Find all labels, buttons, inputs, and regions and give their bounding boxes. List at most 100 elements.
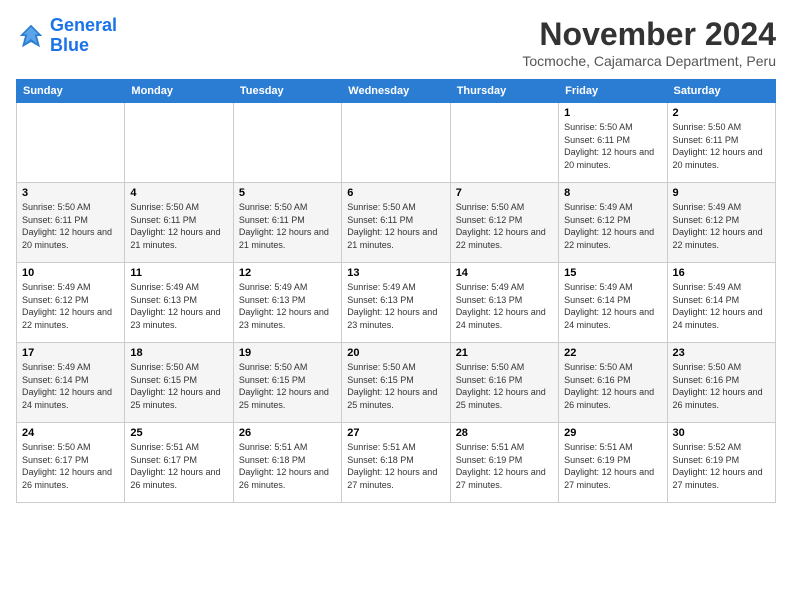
weekday-header-friday: Friday <box>559 80 667 103</box>
logo-line1: General <box>50 15 117 35</box>
header: General Blue November 2024 Tocmoche, Caj… <box>16 16 776 69</box>
day-number: 28 <box>456 427 553 439</box>
day-info: Sunrise: 5:49 AM Sunset: 6:13 PM Dayligh… <box>456 281 553 331</box>
calendar-cell: 16 Sunrise: 5:49 AM Sunset: 6:14 PM Dayli… <box>667 263 775 343</box>
calendar-cell: 24 Sunrise: 5:50 AM Sunset: 6:17 PM Dayli… <box>17 423 125 503</box>
day-number: 2 <box>673 107 770 119</box>
calendar-cell: 19Sunrise: 5:50 AM Sunset: 6:15 PM Dayli… <box>233 343 341 423</box>
weekday-header-saturday: Saturday <box>667 80 775 103</box>
day-number: 13 <box>347 267 444 279</box>
day-number: 5 <box>239 187 336 199</box>
day-info: Sunrise: 5:51 AM Sunset: 6:18 PM Dayligh… <box>239 441 336 491</box>
day-number: 20 <box>347 347 444 359</box>
calendar-cell: 23 Sunrise: 5:50 AM Sunset: 6:16 PM Dayli… <box>667 343 775 423</box>
day-number: 11 <box>130 267 227 279</box>
calendar-cell: 15 Sunrise: 5:49 AM Sunset: 6:14 PM Dayli… <box>559 263 667 343</box>
day-number: 27 <box>347 427 444 439</box>
calendar-cell: 25Sunrise: 5:51 AM Sunset: 6:17 PM Dayli… <box>125 423 233 503</box>
day-info: Sunrise: 5:49 AM Sunset: 6:13 PM Dayligh… <box>130 281 227 331</box>
weekday-header-monday: Monday <box>125 80 233 103</box>
day-info: Sunrise: 5:50 AM Sunset: 6:16 PM Dayligh… <box>673 361 770 411</box>
calendar-cell: 18 Sunrise: 5:50 AM Sunset: 6:15 PM Dayli… <box>125 343 233 423</box>
logo-text: General Blue <box>50 16 117 56</box>
day-info: Sunrise: 5:51 AM Sunset: 6:18 PM Dayligh… <box>347 441 444 491</box>
day-number: 8 <box>564 187 661 199</box>
calendar-cell: 20 Sunrise: 5:50 AM Sunset: 6:15 PM Dayli… <box>342 343 450 423</box>
day-number: 9 <box>673 187 770 199</box>
calendar-cell: 17Sunrise: 5:49 AM Sunset: 6:14 PM Dayli… <box>17 343 125 423</box>
day-info: Sunrise: 5:49 AM Sunset: 6:14 PM Dayligh… <box>564 281 661 331</box>
calendar-cell <box>342 103 450 183</box>
day-info: Sunrise: 5:49 AM Sunset: 6:12 PM Dayligh… <box>22 281 119 331</box>
day-number: 1 <box>564 107 661 119</box>
calendar-cell: 6Sunrise: 5:50 AM Sunset: 6:11 PM Daylig… <box>342 183 450 263</box>
week-row-3: 10 Sunrise: 5:49 AM Sunset: 6:12 PM Dayli… <box>17 263 776 343</box>
calendar-cell: 30Sunrise: 5:52 AM Sunset: 6:19 PM Dayli… <box>667 423 775 503</box>
calendar-cell: 29Sunrise: 5:51 AM Sunset: 6:19 PM Dayli… <box>559 423 667 503</box>
day-number: 30 <box>673 427 770 439</box>
day-number: 10 <box>22 267 119 279</box>
week-row-2: 3 Sunrise: 5:50 AM Sunset: 6:11 PM Daylig… <box>17 183 776 263</box>
week-row-5: 24 Sunrise: 5:50 AM Sunset: 6:17 PM Dayli… <box>17 423 776 503</box>
day-info: Sunrise: 5:50 AM Sunset: 6:11 PM Dayligh… <box>22 201 119 251</box>
day-info: Sunrise: 5:49 AM Sunset: 6:14 PM Dayligh… <box>22 361 119 411</box>
day-info: Sunrise: 5:50 AM Sunset: 6:11 PM Dayligh… <box>239 201 336 251</box>
day-number: 12 <box>239 267 336 279</box>
calendar-cell: 1Sunrise: 5:50 AM Sunset: 6:11 PM Daylig… <box>559 103 667 183</box>
calendar-table: SundayMondayTuesdayWednesdayThursdayFrid… <box>16 79 776 503</box>
day-info: Sunrise: 5:50 AM Sunset: 6:15 PM Dayligh… <box>347 361 444 411</box>
calendar-cell: 8 Sunrise: 5:49 AM Sunset: 6:12 PM Daylig… <box>559 183 667 263</box>
day-info: Sunrise: 5:49 AM Sunset: 6:12 PM Dayligh… <box>564 201 661 251</box>
location-title: Tocmoche, Cajamarca Department, Peru <box>522 53 776 69</box>
calendar-cell <box>125 103 233 183</box>
calendar-cell: 13 Sunrise: 5:49 AM Sunset: 6:13 PM Dayli… <box>342 263 450 343</box>
day-info: Sunrise: 5:49 AM Sunset: 6:13 PM Dayligh… <box>347 281 444 331</box>
day-number: 7 <box>456 187 553 199</box>
day-number: 21 <box>456 347 553 359</box>
calendar-cell: 27 Sunrise: 5:51 AM Sunset: 6:18 PM Dayli… <box>342 423 450 503</box>
day-number: 3 <box>22 187 119 199</box>
calendar-cell <box>450 103 558 183</box>
day-number: 24 <box>22 427 119 439</box>
day-number: 29 <box>564 427 661 439</box>
day-info: Sunrise: 5:50 AM Sunset: 6:15 PM Dayligh… <box>130 361 227 411</box>
day-number: 16 <box>673 267 770 279</box>
calendar-cell: 2 Sunrise: 5:50 AM Sunset: 6:11 PM Daylig… <box>667 103 775 183</box>
day-number: 15 <box>564 267 661 279</box>
calendar-cell: 10 Sunrise: 5:49 AM Sunset: 6:12 PM Dayli… <box>17 263 125 343</box>
weekday-header-row: SundayMondayTuesdayWednesdayThursdayFrid… <box>17 80 776 103</box>
calendar-cell: 7 Sunrise: 5:50 AM Sunset: 6:12 PM Daylig… <box>450 183 558 263</box>
calendar-header: SundayMondayTuesdayWednesdayThursdayFrid… <box>17 80 776 103</box>
calendar-cell: 28 Sunrise: 5:51 AM Sunset: 6:19 PM Dayli… <box>450 423 558 503</box>
day-info: Sunrise: 5:50 AM Sunset: 6:11 PM Dayligh… <box>130 201 227 251</box>
calendar-cell: 4Sunrise: 5:50 AM Sunset: 6:11 PM Daylig… <box>125 183 233 263</box>
calendar-cell: 11 Sunrise: 5:49 AM Sunset: 6:13 PM Dayli… <box>125 263 233 343</box>
day-info: Sunrise: 5:50 AM Sunset: 6:16 PM Dayligh… <box>456 361 553 411</box>
calendar-cell <box>233 103 341 183</box>
day-number: 19 <box>239 347 336 359</box>
day-info: Sunrise: 5:49 AM Sunset: 6:13 PM Dayligh… <box>239 281 336 331</box>
day-info: Sunrise: 5:50 AM Sunset: 6:16 PM Dayligh… <box>564 361 661 411</box>
weekday-header-thursday: Thursday <box>450 80 558 103</box>
day-number: 18 <box>130 347 227 359</box>
calendar-cell: 9 Sunrise: 5:49 AM Sunset: 6:12 PM Daylig… <box>667 183 775 263</box>
week-row-1: 1 Sunrise: 5:50 AM Sunset: 6:11 PM Daylig… <box>17 103 776 183</box>
day-number: 26 <box>239 427 336 439</box>
day-info: Sunrise: 5:50 AM Sunset: 6:11 PM Dayligh… <box>673 121 770 171</box>
day-number: 25 <box>130 427 227 439</box>
calendar-cell: 26 Sunrise: 5:51 AM Sunset: 6:18 PM Dayli… <box>233 423 341 503</box>
day-info: Sunrise: 5:49 AM Sunset: 6:12 PM Dayligh… <box>673 201 770 251</box>
logo: General Blue <box>16 16 117 56</box>
calendar-cell: 5 Sunrise: 5:50 AM Sunset: 6:11 PM Daylig… <box>233 183 341 263</box>
day-number: 14 <box>456 267 553 279</box>
day-info: Sunrise: 5:50 AM Sunset: 6:17 PM Dayligh… <box>22 441 119 491</box>
day-number: 23 <box>673 347 770 359</box>
day-info: Sunrise: 5:49 AM Sunset: 6:14 PM Dayligh… <box>673 281 770 331</box>
calendar-cell: 14 Sunrise: 5:49 AM Sunset: 6:13 PM Dayli… <box>450 263 558 343</box>
day-info: Sunrise: 5:51 AM Sunset: 6:19 PM Dayligh… <box>456 441 553 491</box>
calendar-body: 1 Sunrise: 5:50 AM Sunset: 6:11 PM Daylig… <box>17 103 776 503</box>
weekday-header-sunday: Sunday <box>17 80 125 103</box>
day-info: Sunrise: 5:50 AM Sunset: 6:12 PM Dayligh… <box>456 201 553 251</box>
calendar-cell: 22Sunrise: 5:50 AM Sunset: 6:16 PM Dayli… <box>559 343 667 423</box>
day-info: Sunrise: 5:50 AM Sunset: 6:11 PM Dayligh… <box>347 201 444 251</box>
